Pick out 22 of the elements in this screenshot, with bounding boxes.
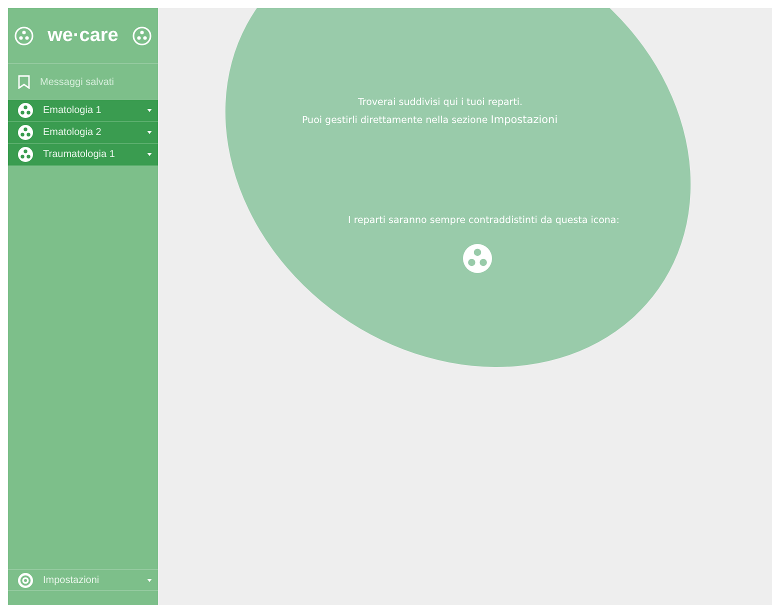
department-item[interactable]: Ematologia 1	[8, 100, 158, 122]
settings-link[interactable]: Impostazioni	[490, 114, 558, 126]
icon-note-text: I reparti saranno sempre contraddistinti da questa icona:	[348, 215, 620, 226]
ward-logo-icon	[132, 26, 152, 46]
ward-icon	[18, 125, 33, 140]
department-item[interactable]: Ematologia 2	[8, 122, 158, 144]
caret-icon	[147, 153, 152, 156]
manage-text: Puoi gestirli direttamente nella sezione	[302, 115, 488, 126]
ward-icon	[18, 147, 33, 162]
ward-logo-icon	[14, 26, 34, 46]
ward-icon	[463, 244, 492, 273]
caret-icon	[147, 109, 152, 112]
saved-messages-item[interactable]: Messaggi salvati	[8, 64, 158, 100]
ward-icon	[18, 103, 33, 118]
bookmark-icon	[18, 75, 30, 89]
caret-icon	[147, 578, 152, 582]
app-logo: we·care	[48, 24, 118, 46]
settings-item[interactable]: Impostazioni	[8, 569, 158, 591]
department-item[interactable]: Traumatologia 1	[8, 144, 158, 166]
caret-icon	[147, 131, 152, 134]
intro-text: Troverai suddivisi qui i tuoi reparti.	[358, 97, 523, 108]
settings-icon	[18, 572, 33, 588]
